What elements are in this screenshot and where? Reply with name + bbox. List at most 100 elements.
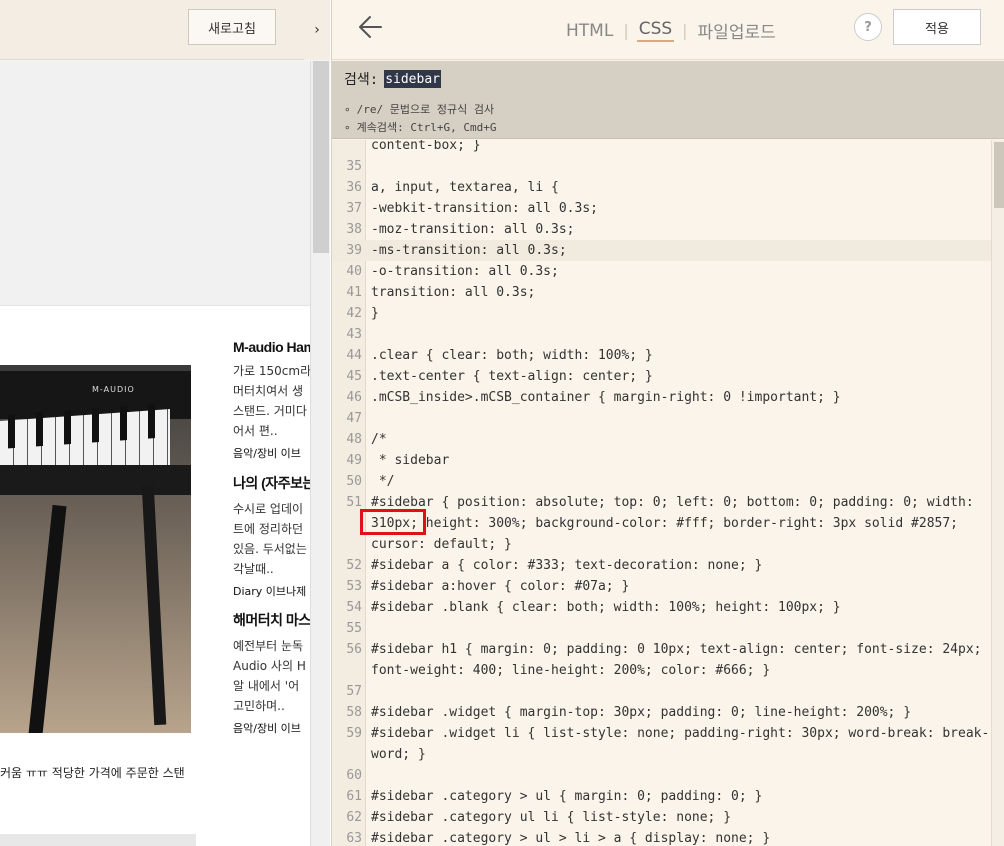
code-text[interactable]: } xyxy=(371,303,379,324)
code-text[interactable]: #sidebar .widget li { list-style: none; … xyxy=(371,723,989,744)
preview-toolbar: 새로고침 xyxy=(0,0,310,60)
tab-file-upload[interactable]: 파일업로드 xyxy=(696,18,778,43)
editor-tabs: HTML | CSS | 파일업로드 xyxy=(564,18,778,43)
post-excerpt-line: 알 내에서 '어 xyxy=(233,679,300,693)
piano-thumbnail[interactable]: M-AUDIO xyxy=(0,365,191,733)
post-excerpt-line: 트에 정리하던 xyxy=(233,522,304,536)
line-number: 41 xyxy=(346,285,362,300)
css-editor-pane: HTML | CSS | 파일업로드 ? 적용 검색: sidebar ∘ /re… xyxy=(331,0,1004,846)
code-text[interactable]: #sidebar a { color: #333; text-decoratio… xyxy=(371,555,762,576)
preview-header-area xyxy=(0,61,310,306)
post-item[interactable]: 나의 (자주보는 수시로 업데이 트에 정리하던 있음. 두서없는 각날때.. … xyxy=(233,473,313,599)
code-text[interactable]: cursor: default; } xyxy=(371,534,512,555)
stand-leg-left xyxy=(27,504,67,733)
code-line[interactable]: 39 -ms-transition: all 0.3s; xyxy=(332,240,991,261)
post-excerpt-line: 수시로 업데이 xyxy=(233,502,304,516)
code-text[interactable]: #sidebar .category > ul > li > a { displ… xyxy=(371,828,770,846)
code-text[interactable]: .text-center { text-align: center; } xyxy=(371,366,653,387)
line-number: 63 xyxy=(346,831,362,846)
tab-divider: | xyxy=(623,21,629,40)
preview-scrollbar[interactable] xyxy=(310,61,330,846)
post-excerpt-line: 고민하며.. xyxy=(233,699,285,713)
code-scrollbar-thumb[interactable] xyxy=(994,142,1004,208)
code-scrollbar[interactable] xyxy=(991,140,1004,846)
search-input[interactable]: sidebar xyxy=(384,70,441,88)
next-post-thumbnail[interactable] xyxy=(0,834,196,846)
line-number: 61 xyxy=(346,789,362,804)
bullet-icon: ∘ xyxy=(344,121,351,134)
line-number: 58 xyxy=(346,705,362,720)
code-text[interactable]: .clear { clear: both; width: 100%; } xyxy=(371,345,653,366)
stand-leg-right xyxy=(141,484,167,726)
code-text[interactable]: #sidebar h1 { margin: 0; padding: 0 10px… xyxy=(371,639,981,660)
piano-base xyxy=(0,465,191,495)
code-text[interactable]: -webkit-transition: all 0.3s; xyxy=(371,198,598,219)
code-text[interactable]: font-weight: 400; line-height: 200%; col… xyxy=(371,660,770,681)
code-text[interactable]: -ms-transition: all 0.3s; xyxy=(371,240,567,261)
line-number: 49 xyxy=(346,453,362,468)
code-text[interactable]: .mCSB_inside>.mCSB_container { margin-ri… xyxy=(371,387,841,408)
post-excerpt-line: Audio 사의 H xyxy=(233,659,306,673)
code-text[interactable]: -o-transition: all 0.3s; xyxy=(371,261,559,282)
code-text[interactable]: /* xyxy=(371,429,387,450)
post-excerpt-line: 어서 편.. xyxy=(233,424,278,438)
bullet-icon: ∘ xyxy=(344,103,351,116)
back-arrow-icon[interactable] xyxy=(356,12,384,42)
code-text[interactable]: #sidebar a:hover { color: #07a; } xyxy=(371,576,629,597)
tab-css[interactable]: CSS xyxy=(636,19,675,42)
tab-html[interactable]: HTML xyxy=(564,21,615,41)
line-number: 39 xyxy=(346,243,362,258)
help-icon[interactable]: ? xyxy=(854,13,882,41)
search-hint: ∘ 계속검색: Ctrl+G, Cmd+G xyxy=(344,119,496,135)
tab-divider: | xyxy=(682,21,688,40)
code-text[interactable]: #sidebar .blank { clear: both; width: 10… xyxy=(371,597,841,618)
code-text[interactable]: #sidebar .widget { margin-top: 30px; pad… xyxy=(371,702,911,723)
line-number: 50 xyxy=(346,474,362,489)
line-number: 44 xyxy=(346,348,362,363)
blog-preview-pane: 새로고침 › M-AUDIO M-audio Hammer 가로 150cm라 … xyxy=(0,0,330,846)
preview-scrollbar-thumb[interactable] xyxy=(313,61,329,253)
refresh-button[interactable]: 새로고침 xyxy=(188,9,276,45)
code-text[interactable]: 310px; height: 300%; background-color: #… xyxy=(371,513,958,534)
line-number: 42 xyxy=(346,306,362,321)
code-text[interactable]: transition: all 0.3s; xyxy=(371,282,535,303)
search-row: 검색: sidebar xyxy=(344,69,441,89)
code-text[interactable]: */ xyxy=(371,471,395,492)
code-editor[interactable]: content-box; } 35 36 a, input, textarea, li… xyxy=(332,140,991,846)
code-text[interactable]: * sidebar xyxy=(371,450,449,471)
post-meta: 음악/장비 이브 xyxy=(233,722,301,735)
code-text[interactable]: content-box; } xyxy=(371,140,481,156)
post-excerpt-line: 각날때.. xyxy=(233,562,274,576)
line-number: 35 xyxy=(346,159,362,174)
post-caption: 커움 ㅠㅠ 적당한 가격에 주문한 스탠 xyxy=(0,766,185,780)
search-hint: ∘ /re/ 문법으로 정규식 검사 xyxy=(344,101,494,117)
code-text[interactable]: #sidebar { position: absolute; top: 0; l… xyxy=(371,492,974,513)
line-number: 62 xyxy=(346,810,362,825)
post-title[interactable]: 해머터치 마스터 xyxy=(233,610,313,630)
post-excerpt-line: 있음. 두서없는 xyxy=(233,542,307,556)
code-text[interactable]: word; } xyxy=(371,744,426,765)
line-number: 37 xyxy=(346,201,362,216)
line-number: 38 xyxy=(346,222,362,237)
apply-button[interactable]: 적용 xyxy=(893,9,981,45)
post-meta: Diary 이브나제 xyxy=(233,585,307,598)
post-item[interactable]: M-audio Hammer 가로 150cm라 머터치여서 생 스탠드. 거미… xyxy=(233,339,313,461)
line-number: 48 xyxy=(346,432,362,447)
line-number: 57 xyxy=(346,684,362,699)
line-number: 36 xyxy=(346,180,362,195)
post-item[interactable]: 해머터치 마스터 예전부터 눈독 Audio 사의 H 알 내에서 '어 고민하… xyxy=(233,610,313,736)
code-text[interactable]: -moz-transition: all 0.3s; xyxy=(371,219,575,240)
post-title[interactable]: M-audio Hammer xyxy=(233,339,313,355)
line-number: 45 xyxy=(346,369,362,384)
code-text[interactable]: #sidebar .category ul li { list-style: n… xyxy=(371,807,731,828)
post-excerpt-line: 가로 150cm라 xyxy=(233,364,312,378)
line-number: 52 xyxy=(346,558,362,573)
post-title[interactable]: 나의 (자주보는 xyxy=(233,473,313,493)
code-text[interactable]: a, input, textarea, li { xyxy=(371,177,559,198)
code-text[interactable]: #sidebar .category > ul { margin: 0; pad… xyxy=(371,786,762,807)
line-number: 56 xyxy=(346,642,362,657)
line-number: 53 xyxy=(346,579,362,594)
line-number: 46 xyxy=(346,390,362,405)
collapse-preview-icon[interactable]: › xyxy=(304,0,330,60)
line-number: 60 xyxy=(346,768,362,783)
